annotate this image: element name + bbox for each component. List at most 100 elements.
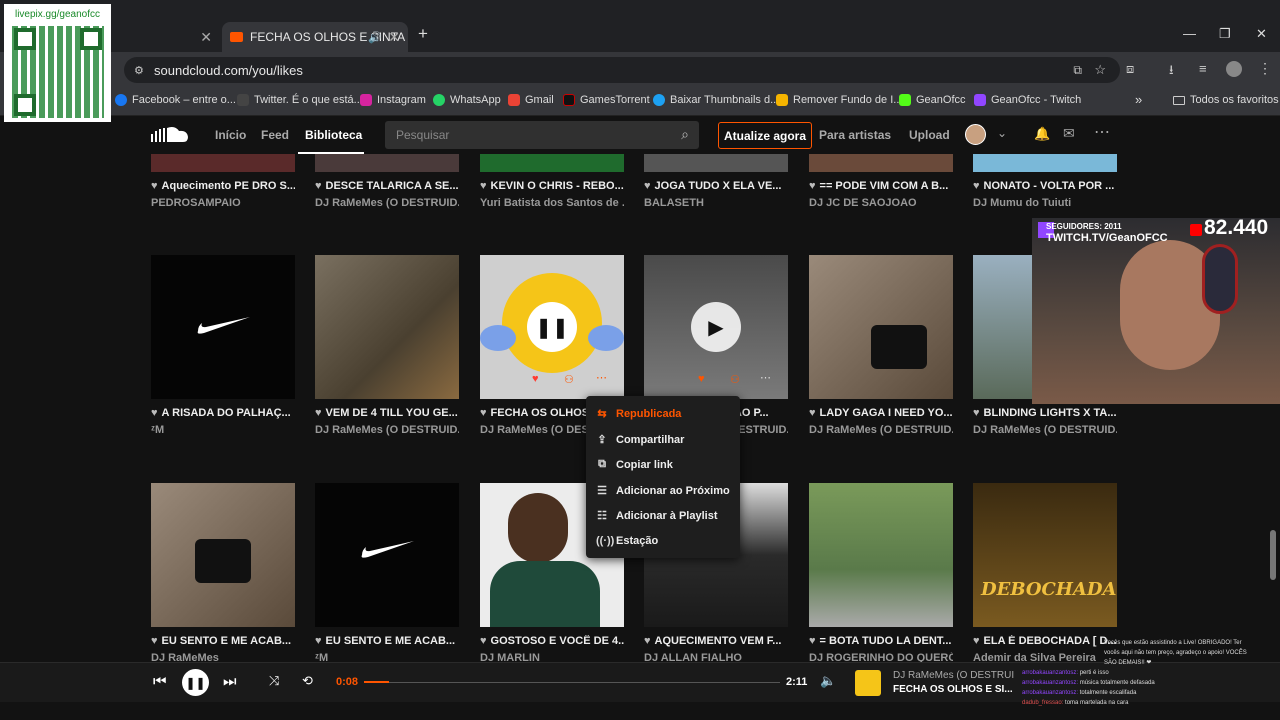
volume-icon[interactable]: 🔈 — [820, 673, 836, 689]
track-artist[interactable]: ᶻM — [151, 424, 295, 436]
window-close-icon[interactable]: ✕ — [1256, 26, 1267, 42]
track-card[interactable]: ♥ A RISADA DO PALHAÇ... ᶻM — [151, 255, 295, 436]
track-artist[interactable]: ᶻM — [315, 652, 459, 662]
media-control-icon[interactable]: ≡ — [1199, 61, 1207, 76]
star-icon[interactable]: ☆ — [1094, 62, 1106, 78]
more-options-icon[interactable]: ⋯ — [760, 371, 771, 384]
track-artist[interactable]: DJ RaMeMes (O DESTRUID... — [315, 424, 459, 436]
track-artwork[interactable] — [809, 483, 953, 627]
maximize-icon[interactable]: ❐ — [1219, 26, 1231, 42]
track-card[interactable]: ♥ DESCE TALARICA A SE... DJ RaMeMes (O DE… — [315, 154, 459, 209]
bookmark-thumbnails[interactable]: Baixar Thumbnails d... — [653, 94, 779, 106]
track-title[interactable]: A RISADA DO PALHAÇ... — [162, 407, 291, 419]
bookmark-facebook[interactable]: Facebook – entre o... — [115, 94, 236, 106]
profile-avatar[interactable] — [1226, 61, 1242, 77]
track-artwork[interactable] — [480, 154, 624, 172]
heart-icon[interactable]: ♥ — [480, 407, 487, 419]
track-artwork[interactable] — [973, 154, 1117, 172]
heart-icon[interactable]: ♥ — [644, 635, 651, 647]
track-title[interactable]: DESCE TALARICA A SE... — [326, 180, 459, 192]
menu-item-copy-link[interactable]: ⧉ Copiar link — [596, 458, 673, 471]
more-options-icon[interactable]: ⋯ — [596, 371, 607, 384]
nav-feed[interactable]: Feed — [261, 128, 289, 142]
cast-icon[interactable]: ⧉ — [1073, 63, 1082, 78]
site-settings-icon[interactable]: ⚙ — [134, 64, 144, 77]
heart-icon[interactable]: ♥ — [151, 407, 158, 419]
next-icon[interactable]: ⏭ — [223, 673, 237, 690]
speaker-icon[interactable]: 🔊 — [368, 31, 382, 44]
heart-icon[interactable]: ♥ — [809, 180, 816, 192]
track-artist[interactable]: DJ RaMeMes (O DESTRUID... — [809, 424, 953, 436]
track-title[interactable]: GOSTOSO E VOCÊ DE 4... — [491, 635, 624, 647]
for-artists-link[interactable]: Para artistas — [819, 128, 891, 142]
track-title[interactable]: VEM DE 4 TILL YOU GE... — [326, 407, 458, 419]
menu-item-share[interactable]: ⇪ Compartilhar — [596, 433, 684, 447]
upload-link[interactable]: Upload — [909, 128, 950, 142]
heart-icon[interactable]: ♥ — [315, 180, 322, 192]
bookmark-twitter[interactable]: Twitter. É o que está... — [237, 94, 363, 106]
new-tab-icon[interactable]: + — [418, 24, 428, 44]
track-artwork[interactable] — [809, 154, 953, 172]
track-title[interactable]: = BOTA TUDO LA DENT... — [820, 635, 952, 647]
heart-icon[interactable]: ♥ — [315, 407, 322, 419]
minimize-icon[interactable]: — — [1183, 26, 1196, 41]
track-title[interactable]: EU SENTO E ME ACAB... — [326, 635, 456, 647]
track-artist[interactable]: DJ RaMeMes — [151, 652, 295, 662]
track-card[interactable]: ♥ KEVIN O CHRIS - REBO... Yuri Batista do… — [480, 154, 624, 209]
follow-icon[interactable]: ⚇ — [730, 373, 740, 386]
track-artwork[interactable] — [809, 255, 953, 399]
nav-biblioteca[interactable]: Biblioteca — [305, 128, 362, 142]
heart-icon[interactable]: ♥ — [480, 180, 487, 192]
bookmark-kick[interactable]: GeanOfcc — [899, 94, 966, 106]
follow-icon[interactable]: ⚇ — [564, 373, 574, 386]
download-icon[interactable]: ⭳ — [1169, 61, 1174, 83]
previous-icon[interactable]: ⏮ — [153, 673, 167, 690]
pause-button[interactable]: ❚❚ — [527, 302, 577, 352]
heart-icon[interactable]: ♥ — [151, 180, 158, 192]
mail-icon[interactable]: ✉ — [1063, 125, 1075, 142]
track-card[interactable]: ♥ = BOTA TUDO LA DENT... DJ ROGERINHO DO … — [809, 483, 953, 662]
menu-item-add-next[interactable]: ☰ Adicionar ao Próximo — [596, 484, 730, 498]
track-title[interactable]: FECHA OS OLHOS — [491, 407, 590, 419]
heart-icon[interactable]: ♥ — [809, 407, 816, 419]
track-card[interactable]: ♥ LADY GAGA I NEED YO... DJ RaMeMes (O DE… — [809, 255, 953, 436]
heart-icon[interactable]: ♥ — [480, 635, 487, 647]
more-bookmarks-icon[interactable]: » — [1135, 92, 1142, 107]
now-playing-artist[interactable]: DJ RaMeMes (O DESTRUI — [893, 670, 1014, 681]
track-artist[interactable]: DJ ROGERINHO DO QUERÔ — [809, 652, 953, 662]
track-artist[interactable]: DJ MARLIN — [480, 652, 624, 662]
heart-icon[interactable]: ♥ — [644, 180, 651, 192]
close-icon[interactable]: ✕ — [388, 29, 400, 46]
soundcloud-logo-icon[interactable] — [151, 125, 189, 143]
track-artist[interactable]: PEDROSAMPAIO — [151, 197, 295, 209]
avatar[interactable] — [965, 124, 986, 145]
track-title[interactable]: NONATO - VOLTA POR ... — [984, 180, 1115, 192]
heart-icon[interactable]: ♥ — [809, 635, 816, 647]
track-artist[interactable]: DJ RaMeMes (O DESTRUID... — [315, 197, 459, 209]
track-card[interactable]: ♥ VEM DE 4 TILL YOU GE... DJ RaMeMes (O D… — [315, 255, 459, 436]
now-playing-title[interactable]: FECHA OS OLHOS E SI... — [893, 684, 1013, 695]
all-favorites[interactable]: Todos os favoritos — [1173, 94, 1279, 106]
repeat-icon[interactable]: ⟲ — [302, 673, 313, 689]
track-artwork[interactable] — [315, 255, 459, 399]
extensions-icon[interactable]: ⧈ — [1126, 61, 1134, 77]
browser-tab-active[interactable]: FECHA OS OLHOS E SINTA 🔊 ✕ — [222, 22, 408, 52]
track-title[interactable]: KEVIN O CHRIS - REBO... — [491, 180, 624, 192]
close-icon[interactable]: ✕ — [200, 29, 212, 46]
track-card[interactable]: ♥ NONATO - VOLTA POR ... DJ Mumu do Tuiut… — [973, 154, 1117, 209]
now-playing-artwork[interactable] — [855, 670, 881, 696]
heart-icon[interactable]: ♥ — [151, 635, 158, 647]
search-input[interactable]: Pesquisar ⌕ — [385, 121, 699, 149]
more-icon[interactable]: ⋯ — [1094, 122, 1110, 142]
like-icon[interactable]: ♥ — [532, 373, 539, 385]
track-card[interactable]: ♥ EU SENTO E ME ACAB... ᶻM — [315, 483, 459, 662]
chevron-down-icon[interactable]: ⌄ — [997, 126, 1007, 140]
bookmark-twitch[interactable]: GeanOfcc - Twitch — [974, 94, 1081, 106]
track-title[interactable]: Aquecimento PE DRO S... — [162, 180, 295, 192]
track-artist[interactable]: DJ JC DE SAOJOAO — [809, 197, 953, 209]
track-artist[interactable]: DJ Mumu do Tuiuti — [973, 197, 1117, 209]
track-artist[interactable]: BALASETH — [644, 197, 788, 209]
track-artwork[interactable]: DEBOCHADA — [973, 483, 1117, 627]
browser-menu-icon[interactable]: ⋮ — [1258, 60, 1272, 77]
track-artwork[interactable] — [151, 154, 295, 172]
